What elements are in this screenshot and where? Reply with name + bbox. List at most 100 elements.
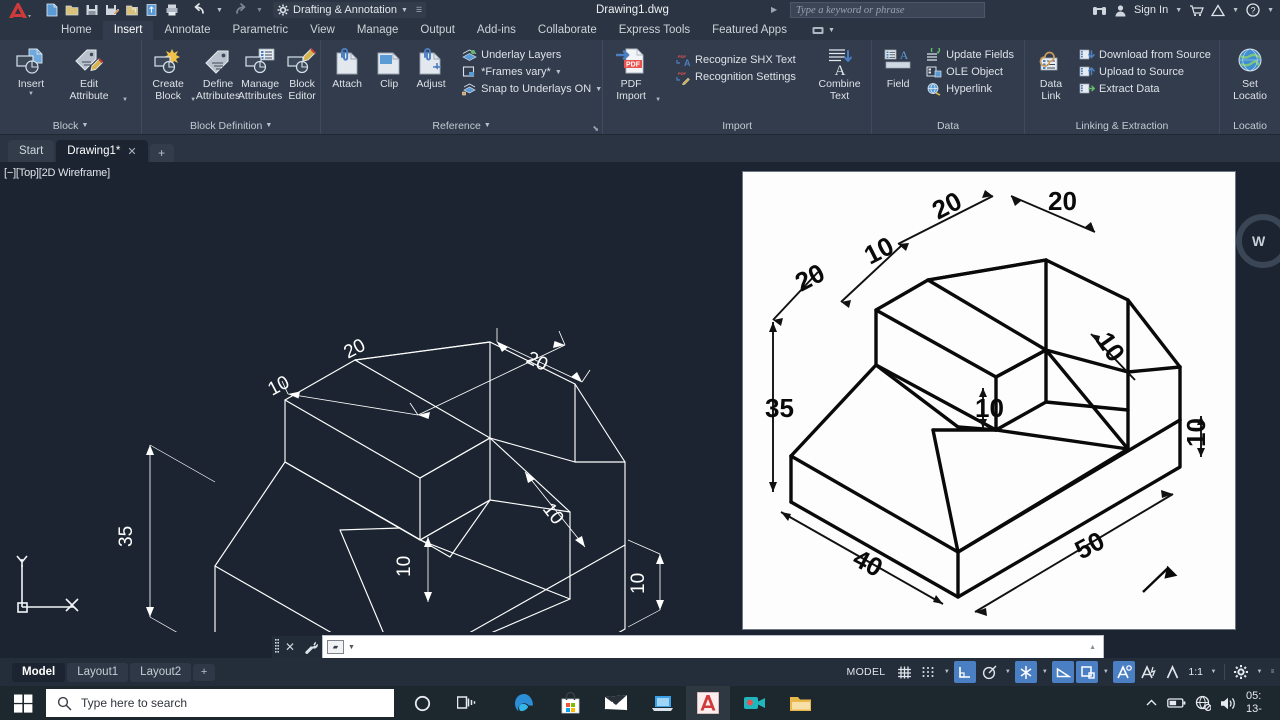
undo-arrow-icon[interactable]	[190, 1, 209, 19]
field-button[interactable]: A Field	[878, 44, 918, 93]
remote-desktop-icon[interactable]	[640, 686, 684, 720]
update-fields-button[interactable]: Update Fields	[924, 47, 1018, 63]
layout-tab-layout1[interactable]: Layout1	[67, 662, 129, 682]
command-history-caret-icon[interactable]: ▼	[348, 644, 355, 651]
autocad-a-logo[interactable]	[0, 0, 38, 20]
panel-reference-caret-icon[interactable]: ▼	[484, 118, 491, 134]
grid-display-toggle[interactable]	[893, 661, 915, 683]
frames-vary-button[interactable]: *Frames vary* ▼	[459, 64, 606, 80]
model-space-toggle[interactable]: MODEL	[841, 663, 892, 681]
edit-attribute-button[interactable]: Edit Attribute	[58, 44, 120, 104]
clip-button[interactable]: Clip	[369, 44, 409, 93]
ribbon-display-options[interactable]: ▼	[812, 21, 835, 40]
help-icon[interactable]: ?	[1244, 1, 1262, 19]
folder-open-icon[interactable]	[62, 1, 81, 19]
snap-mode-caret-icon[interactable]: ▼	[941, 661, 952, 683]
person-icon[interactable]	[1112, 1, 1129, 19]
ole-object-button[interactable]: OLE Object	[924, 64, 1018, 80]
annotation-visibility-toggle[interactable]	[1113, 661, 1136, 683]
attach-button[interactable]: Attach	[327, 44, 367, 93]
printer-icon[interactable]	[162, 1, 181, 19]
object-snap-caret-icon[interactable]: ▼	[1100, 661, 1111, 683]
ribbon-tab-parametric[interactable]: Parametric	[222, 21, 300, 40]
plot-preview-icon[interactable]	[122, 1, 141, 19]
cortana-circle-icon[interactable]	[400, 686, 444, 720]
task-view-icon[interactable]	[444, 686, 488, 720]
show-hidden-icons-chevron[interactable]	[1145, 698, 1158, 709]
network-globe-icon[interactable]	[1195, 695, 1211, 711]
view-cube[interactable]: W	[1236, 214, 1280, 268]
save-as-icon[interactable]	[102, 1, 121, 19]
ribbon-tab-insert[interactable]: Insert	[102, 21, 154, 40]
frames-vary-caret-icon[interactable]: ▼	[555, 69, 562, 76]
edit-attribute-dropdown-caret-icon[interactable]: ▼	[122, 97, 128, 104]
autodesk-triangle-icon[interactable]	[1209, 1, 1227, 19]
upload-to-source-button[interactable]: Upload to Source	[1077, 64, 1215, 80]
edge-icon[interactable]	[502, 686, 546, 720]
panel-block-definition-caret-icon[interactable]: ▼	[265, 118, 272, 134]
ribbon-tab-express-tools[interactable]: Express Tools	[608, 21, 701, 40]
recognize-shx-text-button[interactable]: PDF A Recognize SHX Text	[673, 52, 800, 68]
object-snap-toggle[interactable]	[1076, 661, 1099, 683]
new-drawing-tab-button[interactable]: +	[149, 144, 174, 162]
help-search-input[interactable]: Type a keyword or phrase	[790, 2, 985, 18]
command-line-wrench-icon[interactable]	[298, 636, 322, 658]
download-from-source-button[interactable]: Download from Source	[1077, 47, 1215, 63]
autoscale-toggle[interactable]	[1137, 661, 1159, 683]
camera-icon[interactable]	[732, 686, 776, 720]
autodesk-caret-icon[interactable]: ▼	[1230, 1, 1241, 19]
panel-label-import[interactable]: Import	[603, 118, 871, 134]
snap-to-underlays-caret-icon[interactable]: ▼	[595, 86, 602, 93]
pdf-import-dropdown-caret-icon[interactable]: ▼	[655, 97, 661, 104]
insert-dropdown-caret-icon[interactable]: ▼	[28, 91, 34, 98]
command-scroll-up-icon[interactable]: ▲	[1089, 644, 1096, 651]
panel-label-block-definition[interactable]: Block Definition ▼	[142, 118, 320, 134]
create-block-button[interactable]: Create Block	[148, 44, 188, 104]
customization-caret-icon[interactable]: ▼	[1254, 661, 1265, 683]
publish-icon[interactable]	[142, 1, 161, 19]
new-layout-button[interactable]: +	[193, 663, 216, 681]
manage-attributes-button[interactable]: Manage Attributes	[238, 44, 282, 104]
ribbon-tab-manage[interactable]: Manage	[346, 21, 410, 40]
workspace-switcher[interactable]: Drafting & Annotation ▼ ☰	[273, 2, 427, 18]
ribbon-tab-home[interactable]: Home	[50, 21, 103, 40]
insert-button[interactable]: Insert ▼	[6, 44, 56, 100]
panel-label-block[interactable]: Block ▼	[0, 118, 141, 134]
underlay-layers-button[interactable]: Underlay Layers	[459, 47, 606, 63]
sign-in-button[interactable]: Sign In	[1132, 1, 1170, 19]
ribbon-tab-annotate[interactable]: Annotate	[153, 21, 221, 40]
panel-label-location[interactable]: Locatio	[1220, 118, 1280, 134]
isometric-drafting-caret-icon[interactable]: ▼	[1039, 661, 1050, 683]
redo-arrow-icon[interactable]	[230, 1, 249, 19]
panel-label-reference[interactable]: Reference ▼	[321, 118, 602, 134]
autocad-a-icon[interactable]	[686, 686, 730, 720]
annotation-scale-toggle[interactable]	[1161, 661, 1183, 683]
command-line-close-icon[interactable]: ✕	[282, 636, 298, 658]
mail-icon[interactable]	[594, 686, 638, 720]
taskbar-search-input[interactable]: Type here to search	[46, 689, 394, 717]
layout-tab-model[interactable]: Model	[12, 662, 66, 682]
reference-dialog-launcher-icon[interactable]: ⬊	[592, 124, 599, 133]
drawing-canvas[interactable]: [−][Top][2D Wireframe] 20 10 20 35 10 10…	[0, 162, 1280, 632]
workspace-caret-icon[interactable]: ▼	[401, 7, 408, 14]
file-tab-drawing1[interactable]: Drawing1* ✕	[56, 140, 148, 162]
polar-tracking-toggle[interactable]	[978, 661, 1000, 683]
ribbon-tab-add-ins[interactable]: Add-ins	[466, 21, 527, 40]
recognition-settings-button[interactable]: PDF Recognition Settings	[673, 69, 800, 85]
layout-tab-layout2[interactable]: Layout2	[130, 662, 192, 682]
ribbon-tab-collaborate[interactable]: Collaborate	[527, 21, 608, 40]
cart-icon[interactable]	[1187, 1, 1206, 19]
file-tab-start[interactable]: Start	[8, 140, 55, 162]
redo-dropdown-caret[interactable]: ▼	[250, 1, 269, 19]
object-snap-tracking-toggle[interactable]	[1052, 661, 1075, 683]
undo-dropdown-caret[interactable]: ▼	[210, 1, 229, 19]
close-icon[interactable]: ✕	[127, 145, 136, 158]
adjust-button[interactable]: Adjust	[411, 44, 451, 93]
panel-block-caret-icon[interactable]: ▼	[81, 118, 88, 134]
set-location-button[interactable]: Set Locatio	[1226, 44, 1274, 104]
annotation-scale-caret-icon[interactable]: ▼	[1208, 661, 1219, 683]
data-link-button[interactable]: Data Link	[1031, 44, 1071, 104]
binoculars-icon[interactable]	[1090, 1, 1109, 19]
extract-data-button[interactable]: Extract Data	[1077, 81, 1215, 97]
pdf-import-button[interactable]: PDF PDF Import	[609, 44, 653, 104]
